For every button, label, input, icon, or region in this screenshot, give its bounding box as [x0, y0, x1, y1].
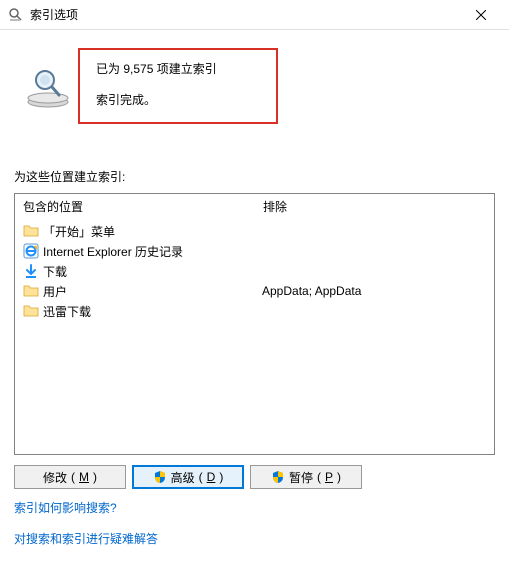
- link-how-index-affects-search[interactable]: 索引如何影响搜索?: [14, 501, 117, 515]
- location-name: Internet Explorer 历史记录: [43, 243, 183, 260]
- down-icon: [23, 263, 39, 279]
- locations-section-label: 为这些位置建立索引:: [14, 168, 495, 185]
- location-row[interactable]: Internet Explorer 历史记录: [23, 241, 486, 261]
- link-troubleshoot-search-index[interactable]: 对搜索和索引进行疑难解答: [14, 532, 158, 546]
- close-button[interactable]: [461, 1, 501, 29]
- window-title: 索引选项: [30, 6, 461, 23]
- app-icon: [8, 7, 24, 23]
- column-header-included[interactable]: 包含的位置: [23, 198, 263, 215]
- location-row[interactable]: 「开始」菜单: [23, 221, 486, 241]
- location-name: 迅雷下载: [43, 303, 91, 320]
- shield-icon: [271, 470, 285, 484]
- location-name: 用户: [43, 283, 67, 300]
- modify-button[interactable]: 修改(M): [14, 465, 126, 489]
- locations-panel: 包含的位置 排除 「开始」菜单Internet Explorer 历史记录下载用…: [14, 193, 495, 455]
- shield-icon: [153, 470, 167, 484]
- index-done-text: 索引完成。: [96, 91, 260, 108]
- location-row[interactable]: 迅雷下载: [23, 301, 486, 321]
- status-highlight-box: 已为 9,575 项建立索引 索引完成。: [78, 48, 278, 124]
- column-header-exclude[interactable]: 排除: [263, 198, 486, 215]
- pause-button[interactable]: 暂停(P): [250, 465, 362, 489]
- location-row[interactable]: 用户 AppData; AppData: [23, 281, 486, 301]
- folder-icon: [23, 223, 39, 239]
- location-row[interactable]: 下载: [23, 261, 486, 281]
- folder-icon: [23, 303, 39, 319]
- index-count-text: 已为 9,575 项建立索引: [96, 60, 260, 77]
- location-name: 「开始」菜单: [43, 223, 115, 240]
- folder-icon: [23, 283, 39, 299]
- ie-icon: [23, 243, 39, 259]
- location-exclude: AppData; AppData: [254, 284, 486, 298]
- location-name: 下载: [43, 263, 67, 280]
- advanced-button[interactable]: 高级(D): [132, 465, 244, 489]
- index-status-icon: [24, 62, 72, 110]
